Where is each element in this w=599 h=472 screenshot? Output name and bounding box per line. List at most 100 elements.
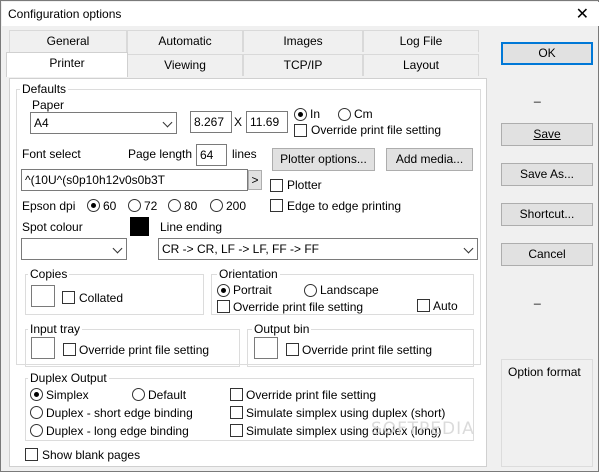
sim-long-checkbox[interactable] <box>230 424 243 437</box>
epson-60-label: 60 <box>103 199 117 213</box>
sim-short-checkbox[interactable] <box>230 406 243 419</box>
ok-button[interactable]: OK <box>501 42 593 65</box>
copies-input[interactable] <box>31 285 55 307</box>
line-ending-label: Line ending <box>160 220 223 234</box>
paper-label: Paper <box>32 98 65 112</box>
title-bar: Configuration options ✕ <box>2 2 599 26</box>
paper-width-input[interactable]: 8.267 <box>190 111 232 133</box>
epson-200-radio[interactable] <box>210 199 223 212</box>
orientation-label: Orientation <box>217 267 280 281</box>
spot-colour-swatch[interactable] <box>130 217 149 236</box>
duplex-long-radio[interactable] <box>30 424 43 437</box>
duplex-label: Duplex Output <box>28 371 109 385</box>
option-format-box: Option format <box>501 359 593 467</box>
unit-in-radio[interactable] <box>294 108 307 121</box>
simplex-radio[interactable] <box>30 388 43 401</box>
auto-checkbox[interactable] <box>417 299 430 312</box>
defaults-label: Defaults <box>20 82 69 96</box>
duplex-override-label: Override print file setting <box>246 388 377 402</box>
input-tray-input[interactable] <box>31 337 55 359</box>
epson-80-label: 80 <box>184 199 198 213</box>
line-ending-select[interactable]: CR -> CR, LF -> LF, FF -> FF <box>158 238 478 260</box>
duplex-long-label: Duplex - long edge binding <box>46 424 189 438</box>
epson-200-label: 200 <box>226 199 247 213</box>
edge-to-edge-checkbox[interactable] <box>270 199 283 212</box>
plotter-label: Plotter <box>287 178 322 192</box>
tab-general[interactable]: General <box>9 30 127 52</box>
paper-select[interactable]: A4 <box>30 112 177 134</box>
output-bin-label: Output bin <box>252 322 312 336</box>
dash-separator: _ <box>534 89 541 103</box>
portrait-label: Portrait <box>233 283 272 297</box>
portrait-radio[interactable] <box>217 284 230 297</box>
configuration-dialog: Configuration options ✕ General Automati… <box>0 0 599 472</box>
show-blank-label: Show blank pages <box>42 448 141 462</box>
paper-height-input[interactable]: 11.69 <box>246 111 288 133</box>
epson-72-label: 72 <box>144 199 158 213</box>
duplex-short-radio[interactable] <box>30 406 43 419</box>
unit-cm-radio[interactable] <box>338 108 351 121</box>
show-blank-checkbox[interactable] <box>25 448 38 461</box>
copies-label: Copies <box>28 267 70 281</box>
tab-viewing[interactable]: Viewing <box>127 54 243 76</box>
tab-log-file[interactable]: Log File <box>363 30 479 52</box>
landscape-label: Landscape <box>320 283 379 297</box>
collated-checkbox[interactable] <box>62 291 75 304</box>
output-bin-override-checkbox[interactable] <box>286 343 299 356</box>
spot-colour-select[interactable] <box>21 238 127 260</box>
tab-tcp-ip[interactable]: TCP/IP <box>243 54 363 76</box>
tab-images[interactable]: Images <box>243 30 363 52</box>
output-bin-input[interactable] <box>254 337 278 359</box>
save-label: Save <box>533 127 561 141</box>
add-media-button[interactable]: Add media... <box>386 148 473 171</box>
font-select-input[interactable]: ^(10U^(s0p10h12v0s0b3T <box>21 169 248 191</box>
page-length-unit: lines <box>232 147 257 161</box>
unit-in-label: In <box>310 107 321 121</box>
duplex-short-label: Duplex - short edge binding <box>46 406 193 420</box>
watermark-logo: SOFTPEDIA <box>371 419 475 439</box>
input-tray-override-checkbox[interactable] <box>63 343 76 356</box>
paper-override-label: Override print file setting <box>311 123 442 137</box>
page-length-label: Page length <box>128 147 193 161</box>
line-ending-value: CR -> CR, LF -> LF, FF -> FF <box>162 242 320 256</box>
spot-colour-label: Spot colour <box>22 220 83 234</box>
plotter-checkbox[interactable] <box>270 179 283 192</box>
tab-layout[interactable]: Layout <box>363 54 479 76</box>
epson-dpi-label: Epson dpi <box>22 199 76 213</box>
landscape-radio[interactable] <box>304 284 317 297</box>
paper-x-label: X <box>234 115 243 129</box>
duplex-override-checkbox[interactable] <box>230 388 243 401</box>
epson-80-radio[interactable] <box>168 199 181 212</box>
input-tray-label: Input tray <box>28 322 83 336</box>
sim-short-label: Simulate simplex using duplex (short) <box>246 406 446 420</box>
save-button[interactable]: Save <box>501 123 593 146</box>
close-icon[interactable]: ✕ <box>576 4 589 23</box>
output-bin-override-label: Override print file setting <box>302 343 433 357</box>
shortcut-button[interactable]: Shortcut... <box>501 203 593 226</box>
window-title: Configuration options <box>8 7 122 21</box>
simplex-label: Simplex <box>46 388 89 402</box>
font-more-button[interactable]: > <box>248 170 262 190</box>
epson-60-radio[interactable] <box>87 199 100 212</box>
default-label: Default <box>148 388 187 402</box>
tab-automatic[interactable]: Automatic <box>127 30 243 52</box>
unit-cm-label: Cm <box>354 107 373 121</box>
auto-label: Auto <box>433 299 458 313</box>
collated-label: Collated <box>79 291 124 305</box>
paper-override-checkbox[interactable] <box>294 124 307 137</box>
orientation-override-checkbox[interactable] <box>217 300 230 313</box>
edge-to-edge-label: Edge to edge printing <box>287 199 402 213</box>
orientation-override-label: Override print file setting <box>233 300 364 314</box>
plotter-options-button[interactable]: Plotter options... <box>272 148 375 171</box>
page-length-input[interactable]: 64 <box>196 144 227 166</box>
input-tray-override-label: Override print file setting <box>79 343 210 357</box>
font-select-label: Font select <box>22 147 81 161</box>
default-radio[interactable] <box>132 388 145 401</box>
chevron-down-icon <box>162 117 173 128</box>
tab-printer[interactable]: Printer <box>6 52 128 77</box>
chevron-down-icon <box>463 243 474 254</box>
cancel-button[interactable]: Cancel <box>501 243 593 266</box>
save-as-button[interactable]: Save As... <box>501 163 593 186</box>
epson-72-radio[interactable] <box>128 199 141 212</box>
dash-separator: _ <box>534 291 541 305</box>
